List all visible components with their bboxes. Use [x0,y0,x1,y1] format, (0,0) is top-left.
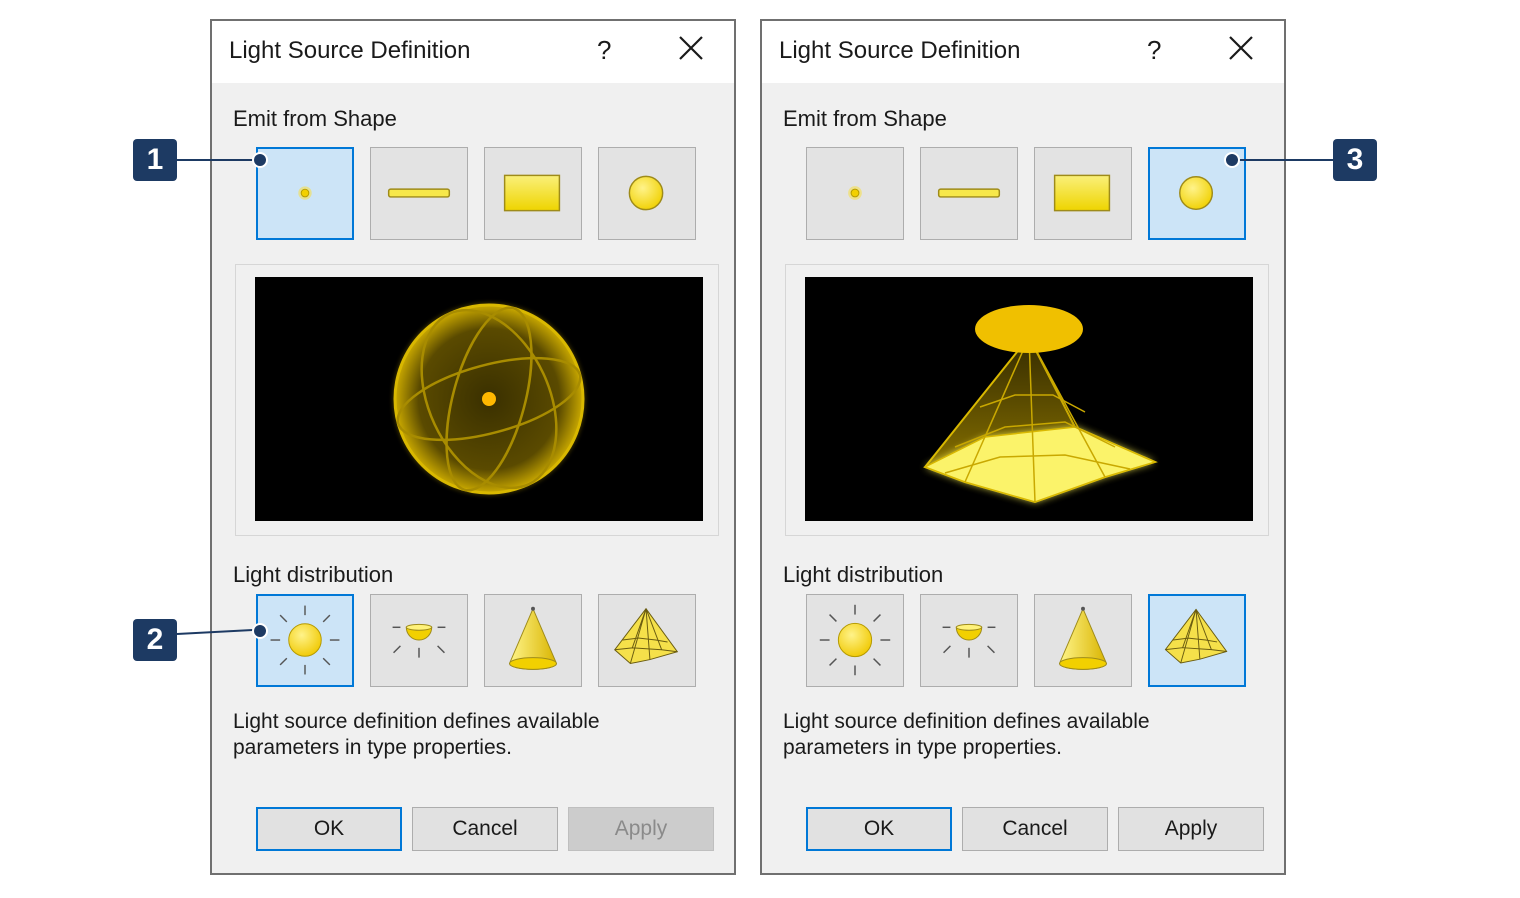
light-source-dialog-1: Light Source Definition ? Emit from Shap… [210,19,736,875]
spherical-icon [819,604,891,676]
light-source-dialog-2: Light Source Definition ? Emit from Shap… [760,19,1286,875]
apply-button[interactable]: Apply [1118,807,1264,851]
distribution-photometric-web-button[interactable] [1148,594,1246,687]
light-distribution-label: Light distribution [783,562,944,587]
emit-from-shape-label: Emit from Shape [783,106,947,131]
dialog-title: Light Source Definition [779,37,1021,64]
preview-frame [235,264,719,536]
callout-3: 3 [1333,139,1377,181]
title-bar: Light Source Definition ? [762,21,1284,83]
photometric-web-icon [614,607,679,665]
help-button[interactable]: ? [597,35,611,66]
spherical-light-preview [393,303,585,495]
hemispherical-icon [942,623,996,658]
light-preview [805,277,1253,521]
spot-icon [509,606,557,670]
callout-1-dot [252,152,268,168]
ok-button[interactable]: OK [256,807,402,851]
rectangle-icon [503,174,561,212]
light-distribution-label: Light distribution [233,562,394,587]
distribution-spot-button[interactable] [1034,594,1132,687]
callout-1: 1 [133,139,177,181]
ok-button[interactable]: OK [806,807,952,851]
callout-2: 2 [133,619,177,661]
line-icon [387,188,451,198]
callout-3-leader [1232,159,1334,161]
shape-rectangle-button[interactable] [484,147,582,240]
point-icon [298,186,312,200]
distribution-hemispherical-button[interactable] [920,594,1018,687]
shape-point-button[interactable] [256,147,354,240]
shape-circle-button[interactable] [598,147,696,240]
spherical-icon [270,605,340,675]
light-preview [255,277,703,521]
emit-from-shape-label: Emit from Shape [233,106,397,131]
point-icon [848,186,862,200]
distribution-photometric-web-button[interactable] [598,594,696,687]
spot-icon [1059,606,1107,670]
close-icon[interactable] [678,35,704,61]
circle-icon [628,175,664,211]
description-text: Light source definition defines availabl… [783,710,1150,759]
shape-line-button[interactable] [370,147,468,240]
shape-point-button[interactable] [806,147,904,240]
callout-1-leader [177,159,257,161]
preview-frame [785,264,1269,536]
photometric-web-icon [1164,608,1228,664]
help-button[interactable]: ? [1147,35,1161,66]
distribution-spherical-button[interactable] [256,594,354,687]
callout-3-dot [1224,152,1240,168]
dialog-title: Light Source Definition [229,37,471,64]
shape-rectangle-button[interactable] [1034,147,1132,240]
hemispherical-icon [392,623,446,658]
distribution-hemispherical-button[interactable] [370,594,468,687]
close-icon[interactable] [1228,35,1254,61]
rectangle-icon [1053,174,1111,212]
photometric-web-light-preview [923,305,1158,504]
cancel-button[interactable]: Cancel [412,807,558,851]
distribution-spherical-button[interactable] [806,594,904,687]
line-icon [937,188,1001,198]
title-bar: Light Source Definition ? [212,21,734,83]
description-text: Light source definition defines availabl… [233,710,600,759]
distribution-spot-button[interactable] [484,594,582,687]
cancel-button[interactable]: Cancel [962,807,1108,851]
shape-line-button[interactable] [920,147,1018,240]
callout-2-dot [252,623,268,639]
apply-button[interactable]: Apply [568,807,714,851]
